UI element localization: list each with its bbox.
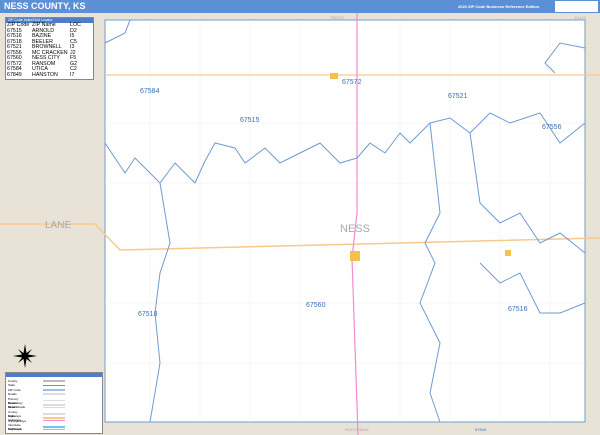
neighbor-lane: LANE <box>45 220 71 231</box>
table-cell: HANSTON <box>32 71 58 78</box>
city-bazine <box>505 250 511 256</box>
legend-swatch <box>43 406 65 409</box>
header-bar: NESS COUNTY, KS 2020 ZIP Code Business R… <box>0 0 600 13</box>
city-ransom <box>330 73 338 79</box>
zip-label: 67572 <box>342 79 362 86</box>
legend-label: State <box>8 383 16 388</box>
edition-label: 2020 ZIP Code Business Reference Edition <box>458 4 540 9</box>
zip-label: 67521 <box>448 93 468 100</box>
legend-item: Toll Roads <box>8 427 65 431</box>
table-cell: 67849 <box>7 71 22 78</box>
zip-index-table: ZIP Code Index/Grid Locator ZIP Code ZIP… <box>5 17 94 80</box>
legend-swatch <box>43 428 65 431</box>
legend-label: Minor Roads <box>8 405 26 410</box>
legend-swatch <box>43 380 65 382</box>
zip-label: 67584 <box>140 88 160 95</box>
table-cell: I7 <box>70 71 75 78</box>
legend-item: US Highways <box>8 419 65 423</box>
county-label: NESS <box>340 223 370 235</box>
zip-label: 67556 <box>542 124 562 131</box>
brand-logo <box>555 1 598 12</box>
legend-item: County <box>8 379 65 383</box>
neighbor-ellis: ELLIS <box>575 15 586 20</box>
neighbor-hodgeman: HODGEMAN <box>345 427 369 432</box>
zip-label: 67849 <box>475 427 487 432</box>
legend-item: ZIP Code <box>8 388 65 392</box>
neighbor-trego: TREGO <box>330 15 344 20</box>
legend-swatch <box>43 384 65 387</box>
legend-item: State <box>8 383 65 387</box>
legend-swatch <box>43 419 65 422</box>
map-legend: County State ZIP Code Roads Primary Roads Sec… <box>5 372 103 434</box>
map-title: NESS COUNTY, KS <box>4 1 86 11</box>
legend-label: Toll Roads <box>8 427 23 432</box>
zip-label: 67515 <box>240 117 260 124</box>
legend-item: Minor Roads <box>8 405 65 409</box>
zip-label: 67560 <box>306 302 326 309</box>
zip-label: 67518 <box>138 311 158 318</box>
legend-item: Roads <box>8 392 65 396</box>
legend-label: Roads <box>8 392 17 397</box>
legend-swatch <box>43 393 65 395</box>
legend-label: US Highways <box>8 418 27 423</box>
zip-label: 67516 <box>508 306 528 313</box>
legend-label: ZIP Code <box>8 387 21 392</box>
legend-heading <box>6 373 102 377</box>
legend-label: County <box>8 379 18 383</box>
city-ness-city <box>350 251 360 261</box>
legend-swatch <box>43 389 65 391</box>
table-row: 67849 HANSTON I7 <box>6 71 93 79</box>
